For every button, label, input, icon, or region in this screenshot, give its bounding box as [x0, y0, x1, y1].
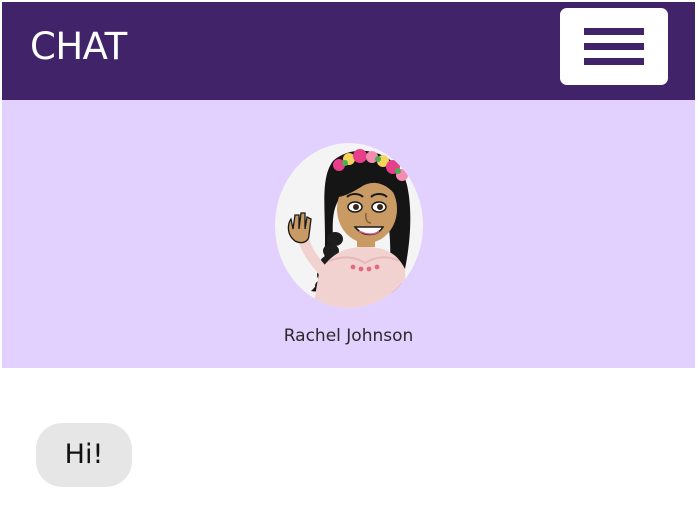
chat-page: CHAT Rachel Johnson Hi!	[0, 0, 698, 510]
message-text: Hi!	[64, 439, 104, 470]
top-bar: CHAT	[2, 2, 695, 100]
avatar[interactable]	[275, 143, 423, 308]
hamburger-menu-icon	[584, 28, 644, 65]
menu-button[interactable]	[560, 8, 668, 85]
profile-header: Rachel Johnson	[2, 100, 695, 368]
app-title: CHAT	[30, 25, 127, 68]
bitmoji-avatar-icon	[287, 149, 411, 308]
contact-name: Rachel Johnson	[283, 326, 414, 346]
message-bubble[interactable]: Hi!	[36, 423, 132, 487]
